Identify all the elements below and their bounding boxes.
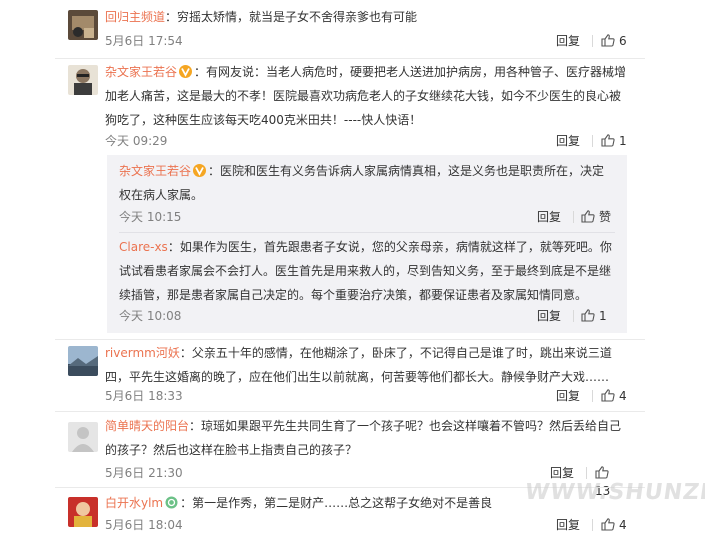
comment-content: rivermm河妖：父亲五十年的感情，在他糊涂了，卧床了，不记得自己是谁了时，跳…: [105, 346, 612, 384]
thumbs-up-icon: [581, 309, 595, 322]
comment-meta: 5月6日 17:54 回复 6: [105, 32, 627, 50]
reply-content: 杂文家王若谷 ：医院和医生有义务告诉病人家属病情真相，这是义务也是职责所在，决定权…: [119, 164, 605, 202]
like-button[interactable]: 1: [601, 132, 627, 150]
username-link[interactable]: 白开水ylm: [105, 496, 163, 510]
username-link[interactable]: 回归主频道: [105, 10, 165, 24]
divider: [573, 310, 574, 322]
divider: [55, 339, 645, 340]
avatar[interactable]: [68, 422, 98, 452]
like-button[interactable]: 1: [581, 307, 607, 325]
divider: [592, 135, 593, 147]
reply-button[interactable]: 回复: [556, 132, 580, 150]
like-count: 1: [619, 134, 627, 148]
thumbs-up-icon: [601, 134, 615, 147]
like-count: 1: [599, 309, 607, 323]
username-link[interactable]: 简单晴天的阳台: [105, 419, 189, 433]
like-count: 4: [619, 389, 627, 403]
reply-button[interactable]: 回复: [537, 208, 561, 226]
avatar[interactable]: [68, 346, 98, 376]
thumbs-up-icon: [601, 34, 615, 47]
comment-content: 简单晴天的阳台：琼瑶如果跟平先生共同生育了一个孩子呢？也会这样嚷着不管吗？然后丢…: [105, 419, 622, 457]
timestamp: 今天 09:29: [105, 134, 168, 148]
comment-meta: 5月6日 18:33 回复 4: [105, 387, 627, 405]
verified-v-icon: [179, 65, 193, 78]
green-circle-badge-icon: [165, 496, 178, 509]
username-link[interactable]: rivermm河妖: [105, 346, 180, 360]
comment-content: 杂文家王若谷 ：有网友说：当老人病危时，硬要把老人送进加护病房，用各种管子、医疗器…: [105, 65, 627, 127]
username-link[interactable]: 杂文家王若谷: [105, 65, 177, 79]
comment-meta: 5月6日 18:04 回复 4: [105, 516, 627, 534]
reply-content: Clare-xs：如果作为医生，首先跟患者子女说，您的父亲母亲，病情就这样了，就…: [119, 240, 612, 302]
comment-feed: 回归主频道：穷摇太矫情，就当是子女不舍得亲爹也有可能 5月6日 17:54 回复…: [55, 0, 705, 537]
divider: [119, 232, 615, 233]
like-button[interactable]: 6: [601, 32, 627, 50]
reply-button[interactable]: 回复: [556, 32, 580, 50]
divider: [592, 35, 593, 47]
divider: [592, 519, 593, 531]
avatar[interactable]: [68, 10, 98, 40]
timestamp: 今天 10:08: [119, 309, 182, 323]
verified-v-icon: [193, 164, 207, 177]
reply-text: 如果作为医生，首先跟患者子女说，您的父亲母亲，病情就这样了，就等死吧。你试试看患…: [119, 240, 612, 302]
comment-meta: 今天 09:29 回复 1: [105, 132, 627, 150]
timestamp: 今天 10:15: [119, 210, 182, 224]
reply-button[interactable]: 回复: [556, 516, 580, 534]
divider: [55, 411, 645, 412]
like-count: 赞: [599, 210, 612, 224]
divider: [592, 390, 593, 402]
reply-button[interactable]: 回复: [556, 387, 580, 405]
reply-thread: 杂文家王若谷 ：医院和医生有义务告诉病人家属病情真相，这是义务也是职责所在，决定权…: [107, 155, 627, 333]
divider: [573, 211, 574, 223]
reply-text: 医院和医生有义务告诉病人家属病情真相，这是义务也是职责所在，决定权在病人家属。: [119, 164, 605, 202]
reply-meta: 今天 10:15 回复 赞: [119, 208, 615, 226]
thumbs-up-icon: [601, 389, 615, 402]
avatar[interactable]: [68, 497, 98, 527]
like-count: 4: [619, 518, 627, 532]
thumbs-up-icon: [595, 466, 609, 479]
comment-text: 穷摇太矫情，就当是子女不舍得亲爹也有可能: [177, 10, 418, 24]
thumbs-up-icon: [581, 210, 595, 223]
reply-button[interactable]: 回复: [537, 307, 561, 325]
timestamp: 5月6日 18:04: [105, 518, 183, 532]
thumbs-up-icon: [601, 518, 615, 531]
timestamp: 5月6日 18:33: [105, 389, 183, 403]
divider: [586, 467, 587, 479]
username-link[interactable]: 杂文家王若谷: [119, 164, 191, 178]
avatar[interactable]: [68, 65, 98, 95]
like-button[interactable]: 4: [601, 516, 627, 534]
timestamp: 5月6日 21:30: [105, 466, 183, 480]
like-button[interactable]: 赞: [581, 208, 611, 226]
timestamp: 5月6日 17:54: [105, 34, 183, 48]
watermark: WWW.SHUNZHI.INFO: [523, 480, 705, 505]
like-count: 6: [619, 34, 627, 48]
divider: [55, 58, 645, 59]
like-button[interactable]: 4: [601, 387, 627, 405]
comment-text: 第一是作秀，第二是财产……总之这帮子女绝对不是善良: [192, 496, 493, 510]
reply-meta: 今天 10:08 回复 1: [119, 307, 615, 325]
comment-content: 回归主频道：穷摇太矫情，就当是子女不舍得亲爹也有可能: [105, 10, 418, 24]
username-link[interactable]: Clare-xs: [119, 240, 168, 254]
